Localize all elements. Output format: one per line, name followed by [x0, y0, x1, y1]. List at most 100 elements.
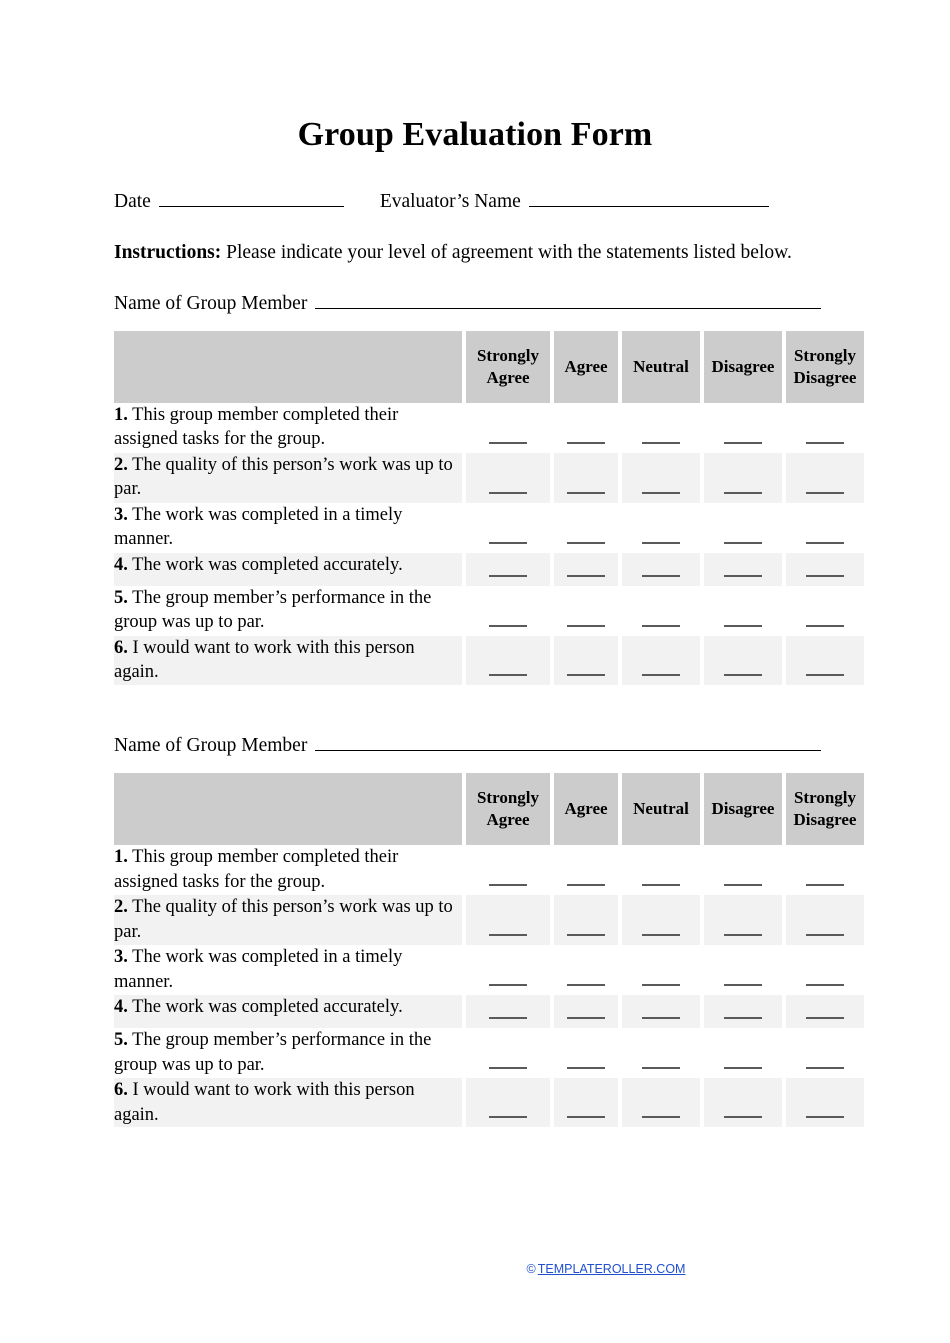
answer-blank-line — [806, 673, 844, 676]
templateroller-link[interactable]: TEMPLATEROLLER.COM — [538, 1262, 686, 1276]
answer-blank-line — [567, 983, 605, 986]
answer-cell-strongly-disagree[interactable] — [786, 585, 864, 636]
answer-blank-line — [806, 933, 844, 936]
column-header-statement — [114, 772, 462, 845]
answer-cell-strongly-agree[interactable] — [466, 502, 550, 553]
answer-cell-agree[interactable] — [554, 944, 618, 995]
answer-blank-line — [489, 933, 527, 936]
answer-blank-line — [724, 574, 762, 577]
answer-cell-strongly-disagree[interactable] — [786, 944, 864, 995]
member-name-label-1: Name of Group Member — [114, 292, 308, 314]
answer-blank-line — [724, 883, 762, 886]
statement-text: I would want to work with this person ag… — [114, 1079, 415, 1125]
answer-cell-disagree[interactable] — [704, 502, 782, 553]
answer-blank-line — [806, 883, 844, 886]
answer-cell-disagree[interactable] — [704, 552, 782, 586]
member-name-input-line-2[interactable] — [315, 733, 822, 751]
answer-cell-agree[interactable] — [554, 585, 618, 636]
statement-number: 6. — [114, 1079, 128, 1100]
answer-blank-line — [489, 1116, 527, 1119]
answer-cell-strongly-agree[interactable] — [466, 1027, 550, 1078]
answer-cell-neutral[interactable] — [622, 635, 700, 685]
answer-cell-strongly-disagree[interactable] — [786, 844, 864, 895]
answer-blank-line — [806, 491, 844, 494]
answer-cell-strongly-agree[interactable] — [466, 894, 550, 945]
answer-cell-disagree[interactable] — [704, 1027, 782, 1078]
answer-cell-neutral[interactable] — [622, 585, 700, 636]
answer-cell-strongly-agree[interactable] — [466, 452, 550, 503]
answer-cell-neutral[interactable] — [622, 1027, 700, 1078]
answer-cell-strongly-disagree[interactable] — [786, 452, 864, 503]
member-name-input-line-1[interactable] — [315, 291, 822, 309]
statement-text: The work was completed accurately. — [132, 554, 403, 575]
answer-blank-line — [642, 983, 680, 986]
answer-cell-neutral[interactable] — [622, 1077, 700, 1128]
answer-blank-line — [489, 1016, 527, 1019]
answer-blank-line — [489, 883, 527, 886]
answer-cell-strongly-agree[interactable] — [466, 635, 550, 685]
answer-cell-agree[interactable] — [554, 844, 618, 895]
answer-cell-disagree[interactable] — [704, 585, 782, 636]
answer-blank-line — [489, 673, 527, 676]
column-header-agree: Agree — [554, 772, 618, 845]
answer-cell-strongly-agree[interactable] — [466, 1077, 550, 1128]
date-input-line[interactable] — [158, 190, 344, 207]
answer-cell-agree[interactable] — [554, 994, 618, 1028]
evaluator-name-label: Evaluator’s Name — [379, 191, 521, 212]
answer-cell-agree[interactable] — [554, 1027, 618, 1078]
table-row: 5. The group member’s performance in the… — [114, 585, 864, 636]
answer-cell-disagree[interactable] — [704, 452, 782, 503]
answer-cell-strongly-agree[interactable] — [466, 944, 550, 995]
answer-cell-neutral[interactable] — [622, 894, 700, 945]
answer-blank-line — [642, 1016, 680, 1019]
answer-cell-neutral[interactable] — [622, 944, 700, 995]
answer-cell-agree[interactable] — [554, 635, 618, 685]
answer-cell-disagree[interactable] — [704, 402, 782, 453]
answer-cell-agree[interactable] — [554, 552, 618, 586]
answer-cell-neutral[interactable] — [622, 452, 700, 503]
answer-cell-strongly-disagree[interactable] — [786, 552, 864, 586]
answer-cell-disagree[interactable] — [704, 844, 782, 895]
answer-cell-neutral[interactable] — [622, 502, 700, 553]
answer-cell-agree[interactable] — [554, 1077, 618, 1128]
answer-cell-neutral[interactable] — [622, 552, 700, 586]
answer-cell-strongly-disagree[interactable] — [786, 635, 864, 685]
answer-cell-neutral[interactable] — [622, 844, 700, 895]
answer-cell-agree[interactable] — [554, 894, 618, 945]
document-page: Group Evaluation Form Date Evaluator’s Na… — [0, 0, 950, 1343]
table-row: 6. I would want to work with this person… — [114, 635, 864, 685]
answer-cell-disagree[interactable] — [704, 994, 782, 1028]
answer-cell-agree[interactable] — [554, 452, 618, 503]
answer-blank-line — [567, 1016, 605, 1019]
answer-cell-agree[interactable] — [554, 402, 618, 453]
answer-blank-line — [567, 883, 605, 886]
statement-number: 2. — [114, 896, 128, 917]
answer-cell-strongly-agree[interactable] — [466, 402, 550, 453]
answer-cell-neutral[interactable] — [622, 994, 700, 1028]
answer-cell-strongly-disagree[interactable] — [786, 402, 864, 453]
answer-cell-neutral[interactable] — [622, 402, 700, 453]
answer-cell-strongly-agree[interactable] — [466, 994, 550, 1028]
answer-cell-disagree[interactable] — [704, 635, 782, 685]
table-row: 3. The work was completed in a timely ma… — [114, 502, 864, 553]
answer-cell-strongly-agree[interactable] — [466, 552, 550, 586]
statement-cell: 5. The group member’s performance in the… — [114, 1027, 462, 1078]
answer-blank-line — [806, 983, 844, 986]
answer-cell-strongly-disagree[interactable] — [786, 994, 864, 1028]
answer-cell-strongly-disagree[interactable] — [786, 1027, 864, 1078]
evaluator-name-input-line[interactable] — [528, 190, 769, 207]
answer-cell-strongly-agree[interactable] — [466, 844, 550, 895]
answer-cell-disagree[interactable] — [704, 944, 782, 995]
answer-cell-disagree[interactable] — [704, 894, 782, 945]
table-header-row: Strongly Agree Agree Neutral Disagree St… — [114, 330, 864, 403]
answer-cell-agree[interactable] — [554, 502, 618, 553]
member-name-row-1: Name of Group Member — [114, 291, 836, 317]
answer-cell-strongly-disagree[interactable] — [786, 1077, 864, 1128]
statement-number: 4. — [114, 996, 128, 1017]
statement-text: The quality of this person’s work was up… — [114, 454, 453, 500]
answer-cell-strongly-agree[interactable] — [466, 585, 550, 636]
statement-text: The quality of this person’s work was up… — [114, 896, 453, 942]
answer-cell-strongly-disagree[interactable] — [786, 502, 864, 553]
answer-cell-disagree[interactable] — [704, 1077, 782, 1128]
answer-cell-strongly-disagree[interactable] — [786, 894, 864, 945]
